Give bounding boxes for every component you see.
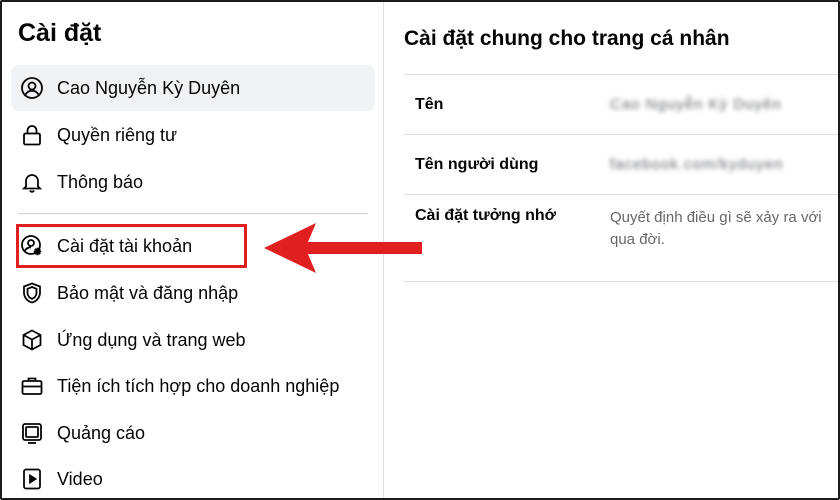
sidebar-divider — [18, 213, 368, 214]
setting-value-line: Quyết định điều gì sẽ xảy ra với — [610, 209, 822, 226]
sidebar-item-apps-websites[interactable]: Ứng dụng và trang web — [11, 317, 375, 363]
setting-row-memorialization[interactable]: Cài đặt tưởng nhớ Quyết định điều gì sẽ … — [404, 195, 838, 282]
sidebar-item-business-integrations[interactable]: Tiện ích tích hợp cho doanh nghiệp — [11, 363, 375, 409]
sidebar-item-label: Quảng cáo — [57, 422, 146, 443]
annotation-arrow-icon — [264, 223, 422, 273]
setting-value: facebook.com/kyduyen — [610, 155, 784, 173]
setting-row-name[interactable]: Tên Cao Nguyễn Kỳ Duyên — [404, 75, 838, 135]
sidebar-item-notifications[interactable]: Thông báo — [11, 159, 375, 205]
bell-icon — [19, 169, 45, 195]
highlight-box — [16, 224, 247, 268]
setting-row-username[interactable]: Tên người dùng facebook.com/kyduyen — [404, 135, 838, 195]
sidebar-item-label: Cao Nguyễn Kỳ Duyên — [57, 77, 241, 98]
sidebar-item-label: Video — [57, 468, 103, 489]
cube-icon — [19, 327, 45, 353]
setting-label: Cài đặt tưởng nhớ — [415, 207, 556, 224]
sidebar-item-security[interactable]: Bảo mật và đăng nhập — [11, 270, 375, 316]
sidebar-item-label: Tiện ích tích hợp cho doanh nghiệp — [57, 375, 340, 396]
sidebar-item-video[interactable]: Video — [11, 456, 375, 498]
briefcase-icon — [19, 373, 45, 399]
sidebar-item-label: Thông báo — [57, 171, 144, 192]
setting-value: Cao Nguyễn Kỳ Duyên — [610, 95, 782, 113]
screenshot-frame: Cài đặt Cao Nguyễn Kỳ Duyên Quyền riêng … — [0, 0, 840, 500]
sidebar-item-label: Ứng dụng và trang web — [57, 329, 246, 350]
setting-label: Tên — [415, 95, 444, 113]
monitor-icon — [19, 420, 45, 446]
page-title: Cài đặt chung cho trang cá nhân — [404, 27, 730, 50]
setting-value: Quyết định điều gì sẽ xảy ra với qua đời… — [610, 207, 822, 251]
sidebar-item-privacy[interactable]: Quyền riêng tư — [11, 112, 375, 158]
user-circle-icon — [19, 75, 45, 101]
setting-label: Tên người dùng — [415, 155, 539, 173]
sidebar-item-profile[interactable]: Cao Nguyễn Kỳ Duyên — [11, 65, 375, 111]
sidebar-title: Cài đặt — [18, 19, 102, 47]
sidebar-item-ads[interactable]: Quảng cáo — [11, 410, 375, 456]
video-icon — [19, 466, 45, 492]
sidebar-item-label: Quyền riêng tư — [57, 124, 178, 145]
settings-table: Tên Cao Nguyễn Kỳ Duyên Tên người dùng f… — [404, 74, 838, 282]
sidebar-item-label: Bảo mật và đăng nhập — [57, 282, 239, 303]
shield-icon — [19, 280, 45, 306]
setting-value-line: qua đời. — [610, 231, 665, 248]
main-panel: Cài đặt chung cho trang cá nhân Tên Cao … — [385, 2, 838, 498]
lock-icon — [19, 122, 45, 148]
